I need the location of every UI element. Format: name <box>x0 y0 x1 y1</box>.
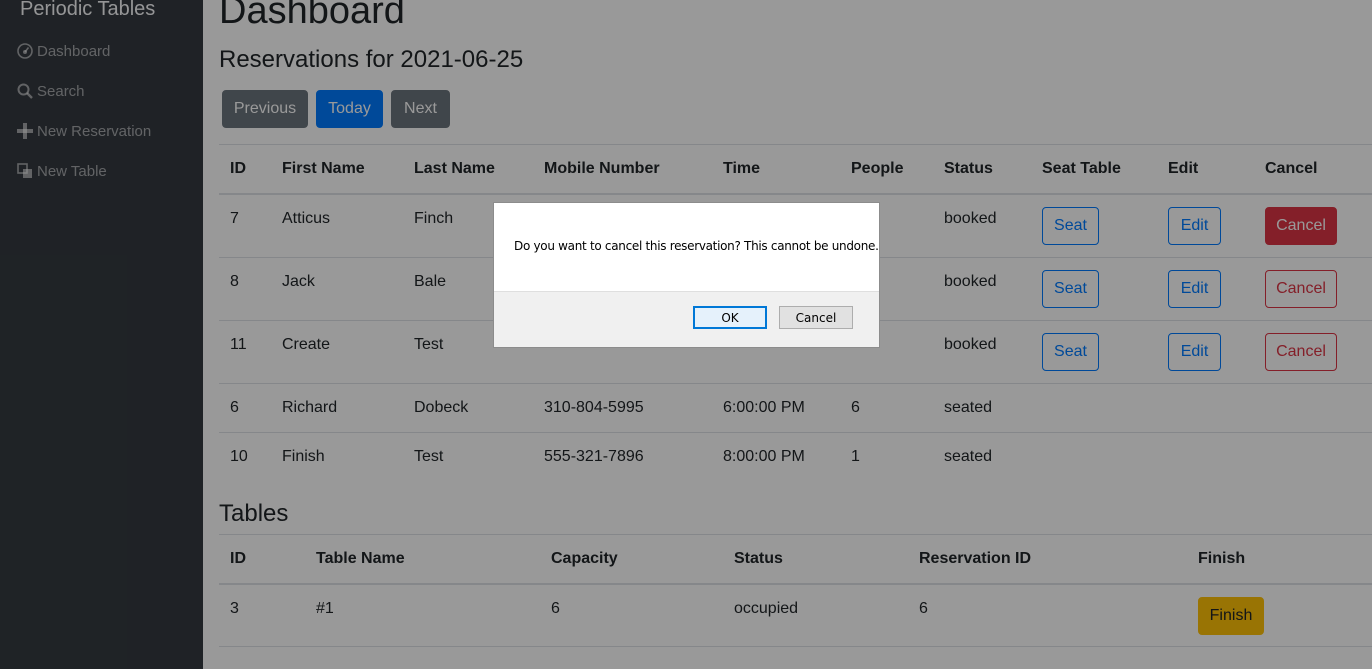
dialog-cancel-button[interactable]: Cancel <box>779 306 853 329</box>
dialog-ok-button[interactable]: OK <box>693 306 767 329</box>
confirm-dialog: Do you want to cancel this reservation? … <box>493 202 880 348</box>
dialog-message: Do you want to cancel this reservation? … <box>514 239 879 253</box>
dialog-footer: OK Cancel <box>494 291 879 347</box>
